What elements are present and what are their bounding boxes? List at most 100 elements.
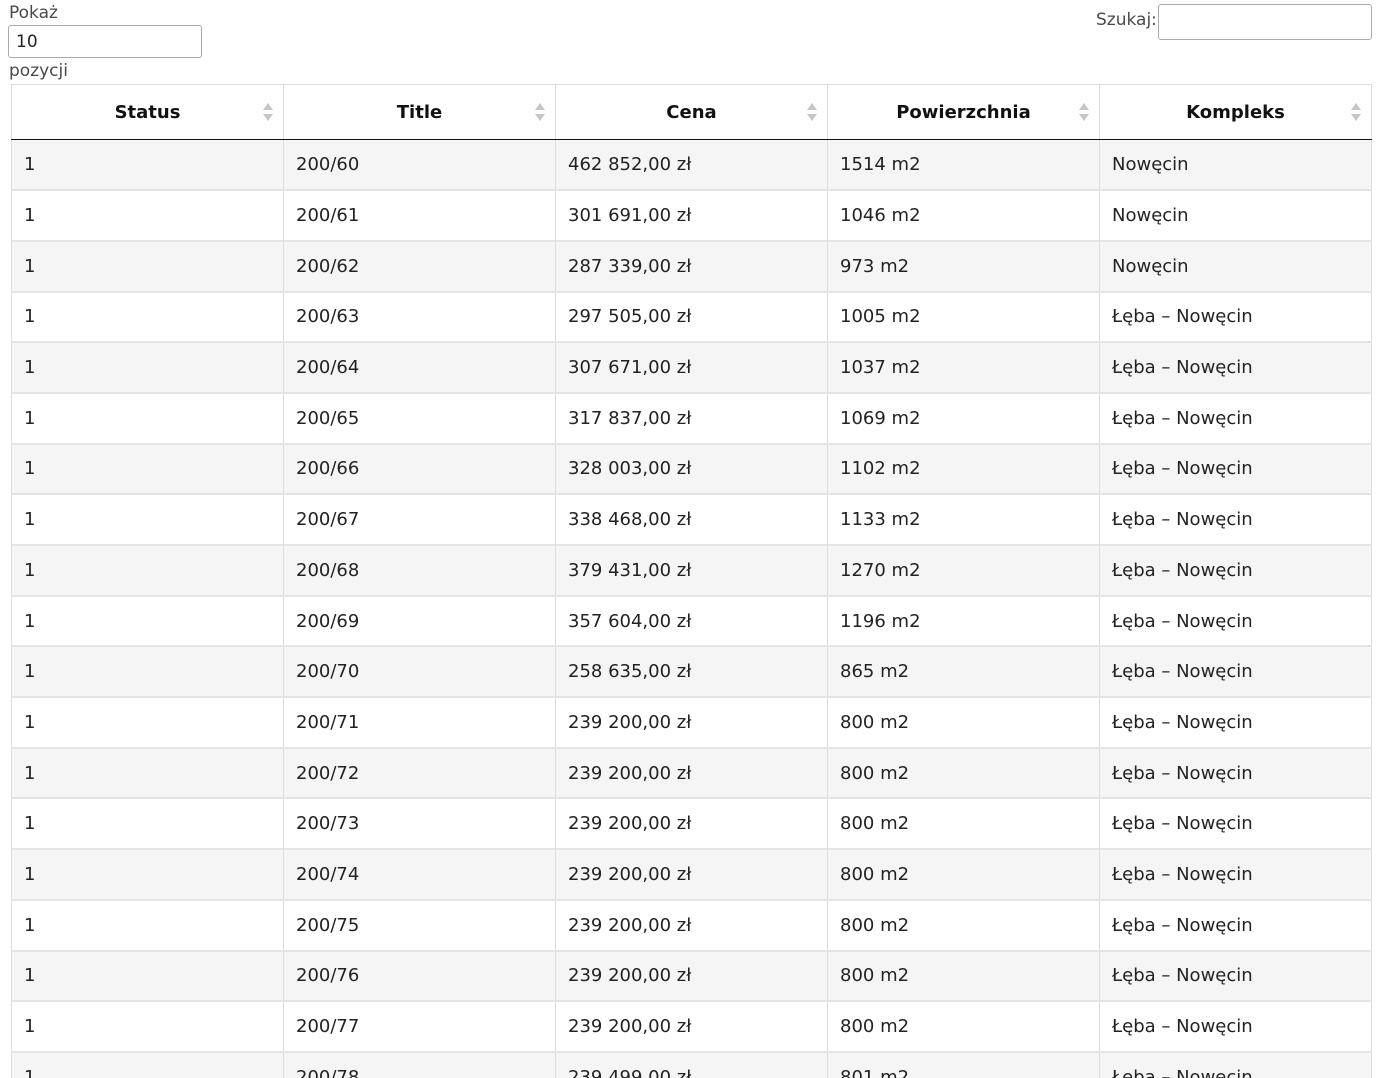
table-row[interactable]: 1 200/76 239 200,00 zł 800 m2 Łęba – Nowęcin — [11, 950, 1372, 1003]
cell-cena: 239 200,00 zł — [555, 1001, 828, 1053]
cell-title: 200/61 — [283, 190, 556, 242]
cell-status: 1 — [11, 595, 284, 648]
table-row[interactable]: 1 200/60 462 852,00 zł 1514 m2 Nowęcin — [11, 139, 1372, 192]
sort-icon — [1079, 103, 1089, 121]
cell-kompleks: Łęba – Nowęcin — [1099, 545, 1372, 597]
cell-status: 1 — [11, 849, 284, 901]
cell-status: 1 — [11, 190, 284, 242]
cell-kompleks: Nowęcin — [1099, 190, 1372, 242]
table-row[interactable]: 1 200/61 301 691,00 zł 1046 m2 Nowęcin — [11, 190, 1372, 242]
cell-status: 1 — [11, 545, 284, 597]
column-header-label: Status — [114, 101, 181, 123]
column-header-label: Title — [396, 101, 443, 123]
cell-title: 200/66 — [283, 443, 556, 496]
cell-status: 1 — [11, 392, 284, 445]
cell-kompleks: Łęba – Nowęcin — [1099, 1051, 1372, 1078]
table-row[interactable]: 1 200/70 258 635,00 zł 865 m2 Łęba – Nowęcin — [11, 646, 1372, 699]
cell-kompleks: Łęba – Nowęcin — [1099, 595, 1372, 648]
cell-cena: 301 691,00 zł — [555, 190, 828, 242]
cell-cena: 239 200,00 zł — [555, 798, 828, 851]
cell-powierzchnia: 1005 m2 — [827, 291, 1100, 344]
cell-powierzchnia: 800 m2 — [827, 899, 1100, 952]
column-header-label: Cena — [666, 101, 717, 123]
page-length-select[interactable] — [8, 25, 202, 58]
table-row[interactable]: 1 200/78 239 499,00 zł 801 m2 Łęba – Nowęcin — [11, 1051, 1372, 1078]
cell-status: 1 — [11, 443, 284, 496]
sort-icon — [535, 103, 545, 121]
table-row[interactable]: 1 200/73 239 200,00 zł 800 m2 Łęba – Nowęcin — [11, 798, 1372, 851]
cell-kompleks: Łęba – Nowęcin — [1099, 747, 1372, 800]
table-row[interactable]: 1 200/71 239 200,00 zł 800 m2 Łęba – Nowęcin — [11, 697, 1372, 749]
cell-kompleks: Łęba – Nowęcin — [1099, 494, 1372, 546]
table-row[interactable]: 1 200/64 307 671,00 zł 1037 m2 Łęba – Nowęci… — [11, 342, 1372, 394]
length-suffix: pozycji — [9, 61, 68, 81]
cell-status: 1 — [11, 697, 284, 749]
cell-title: 200/72 — [283, 747, 556, 800]
cell-kompleks: Łęba – Nowęcin — [1099, 342, 1372, 394]
sort-icon — [807, 103, 817, 121]
table-row[interactable]: 1 200/62 287 339,00 zł 973 m2 Nowęcin — [11, 240, 1372, 293]
cell-kompleks: Nowęcin — [1099, 139, 1372, 192]
cell-kompleks: Łęba – Nowęcin — [1099, 849, 1372, 901]
column-header-cena[interactable]: Cena — [555, 84, 828, 140]
table-header-row: Status Title Cena Powierzchnia Kompleks — [11, 84, 1372, 140]
cell-powierzchnia: 800 m2 — [827, 697, 1100, 749]
table-row[interactable]: 1 200/75 239 200,00 zł 800 m2 Łęba – Nowęcin — [11, 899, 1372, 952]
cell-status: 1 — [11, 240, 284, 293]
search-label: Szukaj: — [1096, 10, 1157, 30]
cell-powierzchnia: 1102 m2 — [827, 443, 1100, 496]
table-row[interactable]: 1 200/65 317 837,00 zł 1069 m2 Łęba – Nowęci… — [11, 392, 1372, 445]
data-table: Status Title Cena Powierzchnia Kompleks … — [11, 84, 1372, 1078]
cell-cena: 317 837,00 zł — [555, 392, 828, 445]
cell-title: 200/69 — [283, 595, 556, 648]
cell-cena: 338 468,00 zł — [555, 494, 828, 546]
cell-kompleks: Łęba – Nowęcin — [1099, 443, 1372, 496]
column-header-status[interactable]: Status — [11, 84, 284, 140]
cell-title: 200/67 — [283, 494, 556, 546]
cell-powierzchnia: 800 m2 — [827, 798, 1100, 851]
cell-powierzchnia: 1069 m2 — [827, 392, 1100, 445]
cell-status: 1 — [11, 646, 284, 699]
cell-status: 1 — [11, 1001, 284, 1053]
cell-powierzchnia: 1037 m2 — [827, 342, 1100, 394]
cell-powierzchnia: 801 m2 — [827, 1051, 1100, 1078]
cell-kompleks: Łęba – Nowęcin — [1099, 798, 1372, 851]
cell-title: 200/70 — [283, 646, 556, 699]
cell-status: 1 — [11, 1051, 284, 1078]
cell-title: 200/77 — [283, 1001, 556, 1053]
cell-kompleks: Łęba – Nowęcin — [1099, 646, 1372, 699]
column-header-label: Kompleks — [1186, 101, 1285, 123]
table-row[interactable]: 1 200/69 357 604,00 zł 1196 m2 Łęba – Nowęci… — [11, 595, 1372, 648]
table-row[interactable]: 1 200/66 328 003,00 zł 1102 m2 Łęba – Nowęci… — [11, 443, 1372, 496]
cell-kompleks: Łęba – Nowęcin — [1099, 697, 1372, 749]
cell-kompleks: Łęba – Nowęcin — [1099, 950, 1372, 1003]
column-header-title[interactable]: Title — [283, 84, 556, 140]
cell-powierzchnia: 1270 m2 — [827, 545, 1100, 597]
cell-cena: 379 431,00 zł — [555, 545, 828, 597]
cell-cena: 258 635,00 zł — [555, 646, 828, 699]
table-row[interactable]: 1 200/63 297 505,00 zł 1005 m2 Łęba – Nowęci… — [11, 291, 1372, 344]
cell-title: 200/71 — [283, 697, 556, 749]
table-row[interactable]: 1 200/74 239 200,00 zł 800 m2 Łęba – Nowęcin — [11, 849, 1372, 901]
cell-cena: 239 200,00 zł — [555, 747, 828, 800]
cell-cena: 239 200,00 zł — [555, 950, 828, 1003]
cell-cena: 307 671,00 zł — [555, 342, 828, 394]
cell-status: 1 — [11, 494, 284, 546]
column-header-kompleks[interactable]: Kompleks — [1099, 84, 1372, 140]
table-row[interactable]: 1 200/67 338 468,00 zł 1133 m2 Łęba – Nowęci… — [11, 494, 1372, 546]
cell-powierzchnia: 800 m2 — [827, 747, 1100, 800]
table-row[interactable]: 1 200/72 239 200,00 zł 800 m2 Łęba – Nowęcin — [11, 747, 1372, 800]
sort-icon — [1351, 103, 1361, 121]
cell-cena: 462 852,00 zł — [555, 139, 828, 192]
table-row[interactable]: 1 200/68 379 431,00 zł 1270 m2 Łęba – Nowęci… — [11, 545, 1372, 597]
search-input[interactable] — [1158, 4, 1372, 40]
table-row[interactable]: 1 200/77 239 200,00 zł 800 m2 Łęba – Nowęcin — [11, 1001, 1372, 1053]
cell-title: 200/73 — [283, 798, 556, 851]
cell-title: 200/62 — [283, 240, 556, 293]
cell-kompleks: Łęba – Nowęcin — [1099, 392, 1372, 445]
cell-title: 200/74 — [283, 849, 556, 901]
column-header-powierzchnia[interactable]: Powierzchnia — [827, 84, 1100, 140]
cell-kompleks: Nowęcin — [1099, 240, 1372, 293]
cell-cena: 297 505,00 zł — [555, 291, 828, 344]
cell-kompleks: Łęba – Nowęcin — [1099, 899, 1372, 952]
